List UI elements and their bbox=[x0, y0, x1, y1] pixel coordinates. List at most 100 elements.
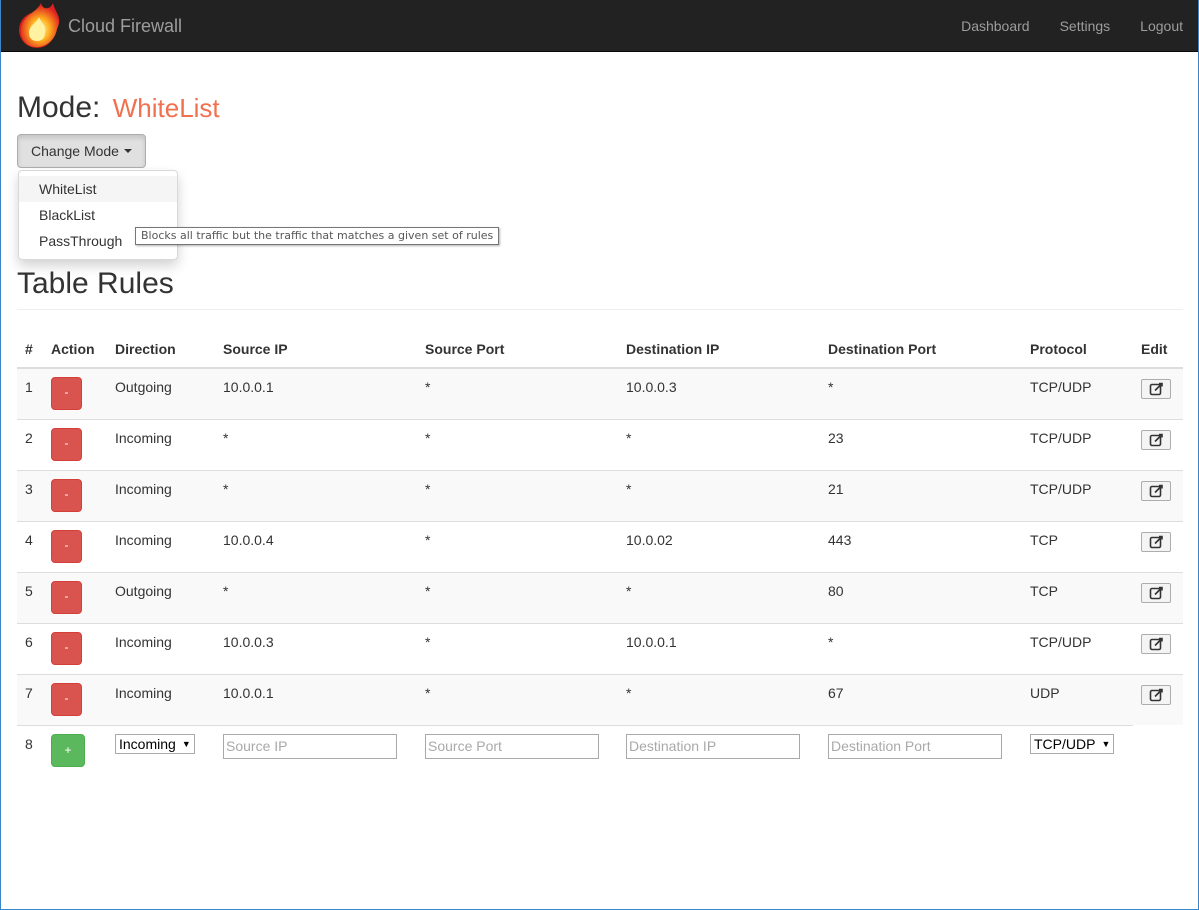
mode-option-whitelist[interactable]: WhiteList bbox=[19, 176, 177, 202]
rule-num: 2 bbox=[17, 418, 43, 470]
header-protocol: Protocol bbox=[1022, 330, 1133, 369]
rule-dest-port: 67 bbox=[820, 673, 1022, 725]
edit-square-icon bbox=[1149, 433, 1163, 447]
rule-protocol: TCP/UDP bbox=[1022, 622, 1133, 674]
rule-num: 4 bbox=[17, 520, 43, 572]
edit-square-icon bbox=[1149, 586, 1163, 600]
change-mode-label: Change Mode bbox=[31, 143, 119, 159]
header-source-port: Source Port bbox=[417, 330, 618, 369]
rule-source-port: * bbox=[417, 469, 618, 521]
edit-rule-button[interactable] bbox=[1141, 684, 1171, 705]
edit-rule-button[interactable] bbox=[1141, 633, 1171, 654]
nav-logout[interactable]: Logout bbox=[1125, 0, 1198, 52]
navbar: Cloud Firewall Dashboard Settings Logout bbox=[1, 0, 1198, 52]
delete-rule-button[interactable]: - bbox=[51, 529, 82, 563]
delete-rule-button[interactable]: - bbox=[51, 377, 82, 410]
rule-dest-port: 80 bbox=[820, 571, 1022, 623]
mode-tooltip: Blocks all traffic but the traffic that … bbox=[135, 227, 500, 245]
table-row: 1- Outgoing 10.0.0.1 * 10.0.0.3 * TCP/UDP bbox=[17, 367, 1183, 419]
fire-logo-icon bbox=[19, 3, 60, 48]
delete-rule-button[interactable]: - bbox=[51, 631, 82, 665]
rule-direction: Incoming bbox=[107, 469, 215, 521]
rule-num: 6 bbox=[17, 622, 43, 674]
header-edit: Edit bbox=[1133, 330, 1183, 369]
rule-num: 1 bbox=[17, 367, 43, 419]
rule-direction: Incoming bbox=[107, 520, 215, 572]
rule-source-ip: 10.0.0.1 bbox=[215, 367, 417, 419]
new-dest-port-input[interactable] bbox=[828, 733, 1002, 759]
new-direction-select[interactable]: Incoming ▼ bbox=[115, 733, 195, 754]
edit-square-icon bbox=[1149, 382, 1163, 396]
brand[interactable]: Cloud Firewall bbox=[15, 0, 182, 52]
rule-direction: Outgoing bbox=[107, 367, 215, 419]
rule-source-port: * bbox=[417, 367, 618, 419]
new-rule-num: 8 bbox=[17, 724, 43, 776]
rule-num: 5 bbox=[17, 571, 43, 623]
table-row: 4- Incoming 10.0.0.4 * 10.0.02 443 TCP bbox=[17, 520, 1183, 572]
rule-protocol: TCP bbox=[1022, 571, 1133, 623]
new-protocol-select[interactable]: TCP/UDP ▼ bbox=[1030, 733, 1115, 754]
rule-source-port: * bbox=[417, 571, 618, 623]
add-rule-button[interactable]: + bbox=[51, 733, 85, 767]
delete-rule-button[interactable]: - bbox=[51, 580, 82, 614]
header-action: Action bbox=[43, 330, 107, 369]
header-num: # bbox=[17, 330, 43, 369]
rule-dest-port: * bbox=[820, 622, 1022, 674]
rule-dest-port: 21 bbox=[820, 469, 1022, 521]
section-divider bbox=[17, 309, 1183, 310]
rule-dest-port: * bbox=[820, 367, 1022, 419]
new-rule-row: 8 + Incoming ▼ Source IP Source Port Des… bbox=[17, 724, 1183, 776]
rule-dest-ip: * bbox=[618, 469, 820, 521]
rule-dest-ip: * bbox=[618, 418, 820, 470]
rule-source-ip: 10.0.0.4 bbox=[215, 520, 417, 572]
delete-rule-button[interactable]: - bbox=[51, 478, 82, 512]
rule-dest-ip: * bbox=[618, 571, 820, 623]
edit-rule-button[interactable] bbox=[1141, 429, 1171, 450]
rule-direction: Outgoing bbox=[107, 571, 215, 623]
table-row: 6- Incoming 10.0.0.3 * 10.0.0.1 * TCP/UDP bbox=[17, 622, 1183, 674]
delete-rule-button[interactable]: - bbox=[51, 427, 82, 461]
new-protocol-value: TCP/UDP bbox=[1034, 735, 1096, 752]
rule-source-ip: 10.0.0.1 bbox=[215, 673, 417, 725]
delete-rule-button[interactable]: - bbox=[51, 682, 82, 716]
rule-source-ip: * bbox=[215, 571, 417, 623]
rule-source-port: * bbox=[417, 520, 618, 572]
header-direction: Direction bbox=[107, 330, 215, 369]
rule-protocol: TCP/UDP bbox=[1022, 418, 1133, 470]
header-source-ip: Source IP bbox=[215, 330, 417, 369]
table-row: 5- Outgoing * * * 80 TCP bbox=[17, 571, 1183, 623]
section-title: Table Rules bbox=[17, 267, 174, 300]
rule-num: 7 bbox=[17, 673, 43, 725]
rule-source-port: * bbox=[417, 673, 618, 725]
edit-square-icon bbox=[1149, 688, 1163, 702]
brand-name[interactable]: Cloud Firewall bbox=[68, 16, 182, 37]
header-dest-port: Destination Port bbox=[820, 330, 1022, 369]
new-direction-value: Incoming bbox=[119, 735, 176, 752]
rule-source-port: * bbox=[417, 418, 618, 470]
edit-rule-button[interactable] bbox=[1141, 531, 1171, 552]
change-mode-button[interactable]: Change Mode bbox=[17, 134, 146, 168]
mode-label: Mode: bbox=[17, 91, 101, 124]
new-source-ip-input[interactable] bbox=[223, 733, 397, 759]
table-row: 7- Incoming 10.0.0.1 * * 67 UDP bbox=[17, 673, 1183, 725]
table-header-row: # Action Direction Source IP Source Port… bbox=[17, 330, 1183, 369]
rule-protocol: TCP bbox=[1022, 520, 1133, 572]
edit-rule-button[interactable] bbox=[1141, 379, 1171, 399]
new-dest-ip-input[interactable] bbox=[626, 733, 800, 759]
rule-source-port: * bbox=[417, 622, 618, 674]
mode-dropdown-menu: WhiteList BlackList PassThrough bbox=[18, 170, 178, 260]
nav-settings[interactable]: Settings bbox=[1045, 0, 1126, 52]
header-dest-ip: Destination IP bbox=[618, 330, 820, 369]
rule-source-ip: * bbox=[215, 469, 417, 521]
edit-square-icon bbox=[1149, 535, 1163, 549]
edit-rule-button[interactable] bbox=[1141, 582, 1171, 603]
rule-num: 3 bbox=[17, 469, 43, 521]
new-source-port-input[interactable] bbox=[425, 733, 599, 759]
rule-source-ip: 10.0.0.3 bbox=[215, 622, 417, 674]
rule-direction: Incoming bbox=[107, 622, 215, 674]
mode-option-blacklist[interactable]: BlackList bbox=[19, 202, 177, 228]
edit-rule-button[interactable] bbox=[1141, 480, 1171, 501]
rules-table: # Action Direction Source IP Source Port… bbox=[17, 330, 1183, 776]
table-row: 3- Incoming * * * 21 TCP/UDP bbox=[17, 469, 1183, 521]
nav-dashboard[interactable]: Dashboard bbox=[946, 0, 1045, 52]
